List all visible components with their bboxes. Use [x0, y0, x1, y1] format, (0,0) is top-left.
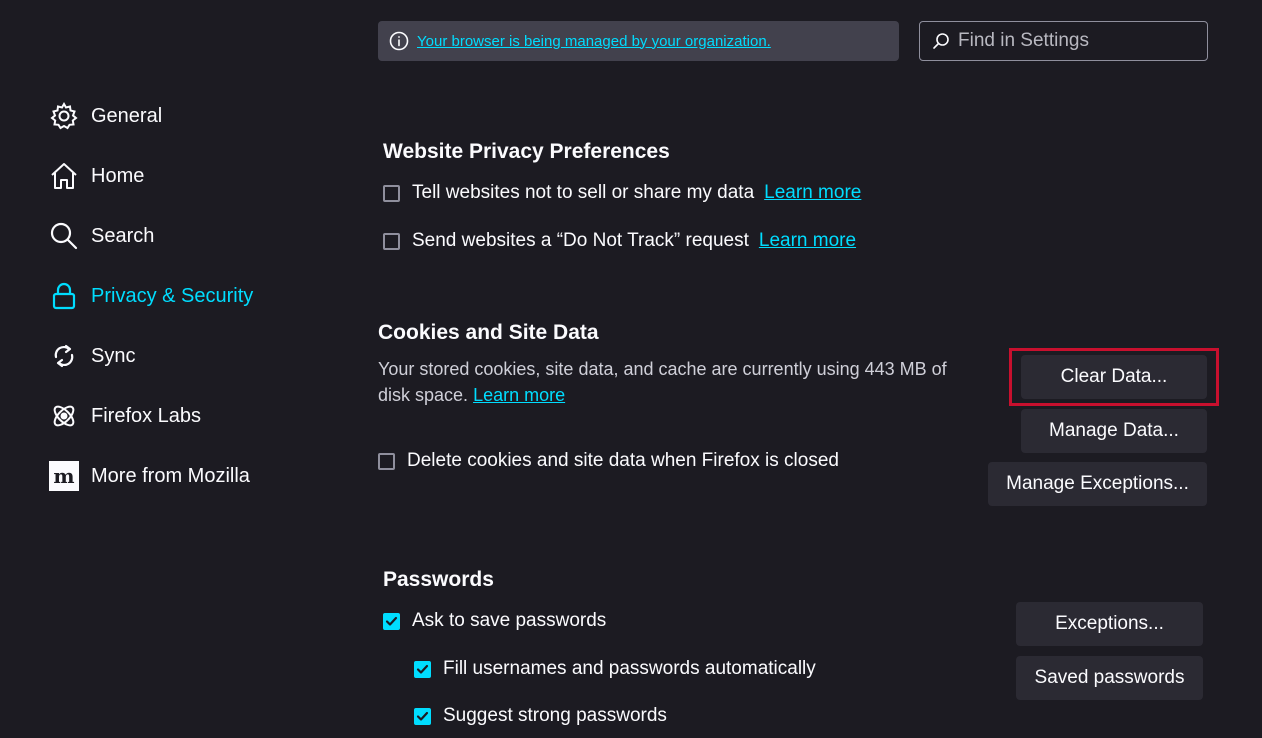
search-icon [49, 221, 79, 251]
gear-icon [49, 101, 79, 131]
clear-data-button[interactable]: Clear Data... [1021, 355, 1207, 399]
password-exceptions-button[interactable]: Exceptions... [1016, 602, 1203, 646]
autofill-checkbox[interactable] [414, 660, 431, 678]
ask-to-save-row: Ask to save passwords [383, 606, 606, 636]
dnt-checkbox[interactable] [383, 232, 400, 250]
sidebar-item-label: General [91, 104, 163, 127]
delete-on-close-checkbox[interactable] [378, 452, 395, 470]
settings-page: General Home Search Privacy & Security S… [0, 0, 1262, 738]
settings-search-input[interactable] [956, 29, 1200, 53]
sync-icon [49, 341, 79, 371]
sidebar-item-sync[interactable]: Sync [49, 336, 135, 376]
sidebar: General Home Search Privacy & Security S… [0, 0, 340, 738]
home-icon [49, 161, 79, 191]
policy-banner: Your browser is being managed by your or… [378, 21, 899, 61]
delete-on-close-label[interactable]: Delete cookies and site data when Firefo… [407, 450, 839, 472]
sidebar-item-label: Home [91, 164, 145, 187]
dnt-label[interactable]: Send websites a “Do Not Track” request [412, 230, 749, 252]
cookies-title: Cookies and Site Data [378, 321, 599, 344]
sidebar-item-firefox-labs[interactable]: Firefox Labs [49, 396, 201, 436]
sell-share-label[interactable]: Tell websites not to sell or share my da… [412, 182, 754, 204]
sidebar-item-search[interactable]: Search [49, 216, 154, 256]
manage-exceptions-button[interactable]: Manage Exceptions... [988, 462, 1207, 506]
sidebar-item-general[interactable]: General [49, 96, 162, 136]
mozilla-logo-icon: m [49, 461, 79, 491]
sidebar-item-home[interactable]: Home [49, 156, 144, 196]
sell-share-row: Tell websites not to sell or share my da… [383, 178, 861, 208]
lock-icon [49, 281, 79, 311]
checkmark-icon [416, 711, 429, 721]
search-icon [932, 32, 950, 50]
svg-text:m: m [53, 464, 74, 488]
sidebar-item-label: Privacy & Security [91, 284, 254, 307]
checkmark-icon [385, 616, 398, 626]
cookies-description-block: Your stored cookies, site data, and cach… [378, 356, 978, 408]
ask-to-save-label[interactable]: Ask to save passwords [412, 610, 606, 632]
delete-on-close-row: Delete cookies and site data when Firefo… [378, 446, 839, 476]
cookies-description: Your stored cookies, site data, and cach… [378, 359, 947, 405]
checkmark-icon [416, 664, 429, 674]
sidebar-item-label: Sync [91, 344, 136, 367]
saved-passwords-button[interactable]: Saved passwords [1016, 656, 1203, 700]
settings-search-box[interactable] [919, 21, 1208, 61]
autofill-row: Fill usernames and passwords automatical… [414, 654, 816, 684]
sell-share-learn-more-link[interactable]: Learn more [764, 182, 861, 204]
policy-link[interactable]: Your browser is being managed by your or… [417, 33, 771, 50]
sidebar-item-label: Search [91, 224, 155, 247]
dnt-row: Send websites a “Do Not Track” request L… [383, 226, 856, 256]
suggest-strong-checkbox[interactable] [414, 707, 431, 725]
suggest-strong-row: Suggest strong passwords [414, 701, 667, 731]
labs-icon [49, 401, 79, 431]
cookies-learn-more-link[interactable]: Learn more [473, 385, 565, 405]
manage-data-button[interactable]: Manage Data... [1021, 409, 1207, 453]
privacy-prefs-title: Website Privacy Preferences [383, 140, 670, 163]
autofill-label[interactable]: Fill usernames and passwords automatical… [443, 658, 816, 680]
sell-share-checkbox[interactable] [383, 184, 400, 202]
sidebar-item-privacy-security[interactable]: Privacy & Security [49, 276, 253, 316]
sidebar-item-label: More from Mozilla [91, 464, 250, 487]
sidebar-item-label: Firefox Labs [91, 404, 202, 427]
passwords-title: Passwords [383, 568, 494, 591]
sidebar-item-more-from-mozilla[interactable]: m More from Mozilla [49, 456, 250, 496]
suggest-strong-label[interactable]: Suggest strong passwords [443, 705, 667, 727]
dnt-learn-more-link[interactable]: Learn more [759, 230, 856, 252]
ask-to-save-checkbox[interactable] [383, 612, 400, 630]
info-icon [389, 31, 409, 51]
